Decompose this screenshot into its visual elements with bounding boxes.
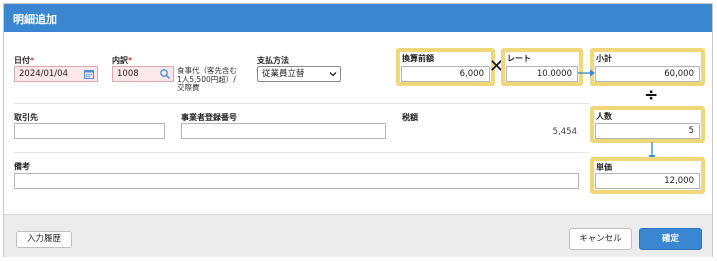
confirm-button[interactable]: 確定	[639, 228, 702, 250]
people-input[interactable]: 5	[595, 123, 700, 139]
row-separator	[14, 103, 589, 104]
payment-method-label: 支払方法	[257, 56, 289, 65]
payment-method-value: 従業員立替	[262, 69, 305, 79]
calendar-icon[interactable]	[83, 68, 95, 80]
add-detail-dialog: 明細追加 日付* 2024/01/04 内訳* 1008 食事代（客先含む1人5…	[3, 3, 713, 257]
dialog-footer: 入力履歴 キャンセル 確定	[4, 214, 712, 257]
date-input[interactable]: 2024/01/04	[14, 66, 98, 82]
memo-label: 備考	[14, 162, 30, 171]
dialog-title-bar: 明細追加	[4, 4, 712, 32]
divide-operator: ÷	[644, 85, 659, 105]
date-value: 2024/01/04	[19, 69, 68, 79]
registration-number-input[interactable]	[181, 123, 386, 139]
row-separator	[14, 152, 589, 153]
rate-label: レート	[507, 54, 531, 63]
rate-input[interactable]: 10.0000	[506, 66, 578, 82]
cancel-button[interactable]: キャンセル	[569, 228, 632, 250]
unit-price-label: 単価	[596, 163, 612, 172]
subtotal-input[interactable]: 60,000	[595, 66, 700, 82]
tax-label: 税額	[402, 113, 418, 122]
chevron-down-icon	[329, 72, 337, 77]
payment-method-select[interactable]: 従業員立替	[257, 66, 341, 82]
search-icon[interactable]	[159, 68, 171, 80]
date-label: 日付*	[14, 56, 35, 65]
input-history-button[interactable]: 入力履歴	[16, 231, 72, 248]
pre-amount-input[interactable]: 6,000	[401, 66, 490, 82]
breakdown-input[interactable]: 1008	[112, 66, 174, 82]
people-label: 人数	[596, 112, 612, 121]
memo-input[interactable]	[14, 173, 579, 189]
partner-label: 取引先	[14, 113, 38, 122]
breakdown-note: 食事代（客先含む1人5,500円超）/交際費	[177, 66, 237, 92]
registration-number-label: 事業者登録番号	[181, 113, 237, 122]
tax-value: 5,454	[552, 127, 577, 137]
pre-amount-label: 換算前額	[402, 54, 434, 63]
subtotal-label: 小計	[596, 54, 612, 63]
breakdown-value: 1008	[117, 69, 139, 79]
partner-input[interactable]	[14, 123, 165, 139]
unit-price-input[interactable]: 12,000	[595, 173, 700, 189]
dialog-title: 明細追加	[13, 13, 57, 26]
breakdown-label: 内訳*	[112, 56, 133, 65]
arrow-right-icon	[578, 69, 595, 77]
